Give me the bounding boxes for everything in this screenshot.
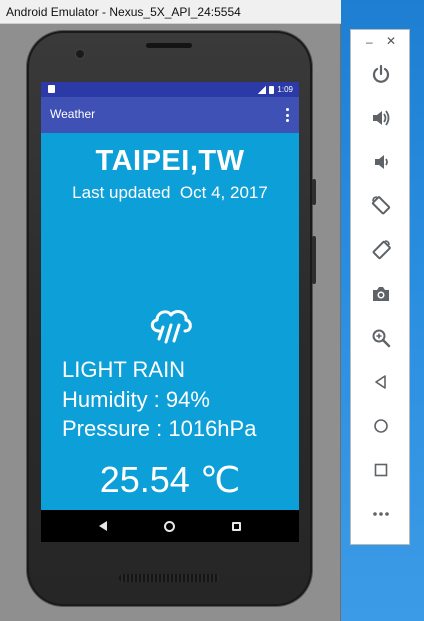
home-icon: [374, 419, 388, 433]
humidity-text: Humidity : 94%: [62, 387, 210, 412]
volume-up-button[interactable]: [365, 102, 397, 134]
window-title: Android Emulator - Nexus_5X_API_24:5554: [0, 0, 341, 24]
status-time: 1:09: [277, 85, 293, 94]
emulator-toolbar: – ✕: [350, 29, 410, 545]
screenshot-button[interactable]: [365, 278, 397, 310]
power-side-button[interactable]: [312, 179, 316, 205]
overview-icon: [374, 463, 388, 477]
more-icon: [373, 512, 389, 516]
sd-card-icon: [48, 85, 55, 93]
android-nav-bar: [41, 510, 299, 542]
last-updated: Last updated Oct 4, 2017: [72, 183, 268, 202]
device-screen[interactable]: 1:09 Weather TAIPEI,TW Last updated Oct …: [41, 82, 299, 542]
status-bar: 1:09: [41, 82, 299, 97]
minimize-button[interactable]: –: [366, 35, 373, 49]
weather-description: LIGHT RAIN: [62, 357, 186, 382]
volume-down-icon: [375, 155, 388, 169]
temperature-text: 25.54 ℃: [99, 459, 241, 500]
back-icon: [375, 375, 386, 389]
rotate-right-button[interactable]: [365, 234, 397, 266]
power-button[interactable]: [365, 58, 397, 90]
volume-side-button[interactable]: [312, 236, 316, 284]
camera-icon: [373, 287, 389, 301]
overview-button[interactable]: [365, 454, 397, 486]
nav-recents-icon[interactable]: [231, 521, 241, 531]
more-button[interactable]: [365, 498, 397, 530]
nav-home-icon[interactable]: [163, 520, 175, 532]
zoom-button[interactable]: [365, 322, 397, 354]
front-camera: [76, 50, 84, 58]
cloud-rain-icon: [145, 305, 195, 345]
app-bar: Weather: [41, 97, 299, 133]
overflow-menu-icon[interactable]: [285, 108, 289, 122]
volume-up-icon: [373, 110, 390, 126]
back-button[interactable]: [365, 366, 397, 398]
zoom-icon: [372, 329, 391, 348]
weather-content: TAIPEI,TW Last updated Oct 4, 2017 LIGHT…: [41, 133, 299, 510]
top-speaker: [146, 43, 192, 48]
home-button[interactable]: [365, 410, 397, 442]
signal-icon: [257, 85, 267, 94]
toolbar-header: – ✕: [351, 30, 411, 54]
emulator-window: Android Emulator - Nexus_5X_API_24:5554 …: [0, 0, 341, 621]
battery-icon: [269, 85, 275, 94]
bottom-speaker: [119, 574, 219, 582]
nav-back-icon[interactable]: [99, 521, 108, 531]
app-title: Weather: [50, 107, 96, 121]
pressure-text: Pressure : 1016hPa: [62, 416, 257, 441]
power-icon: [372, 64, 390, 83]
rotate-right-icon: [372, 240, 391, 260]
city-name: TAIPEI,TW: [95, 145, 245, 177]
rotate-left-icon: [371, 196, 391, 215]
rotate-left-button[interactable]: [365, 190, 397, 222]
volume-down-button[interactable]: [365, 146, 397, 178]
close-button[interactable]: ✕: [386, 34, 396, 48]
